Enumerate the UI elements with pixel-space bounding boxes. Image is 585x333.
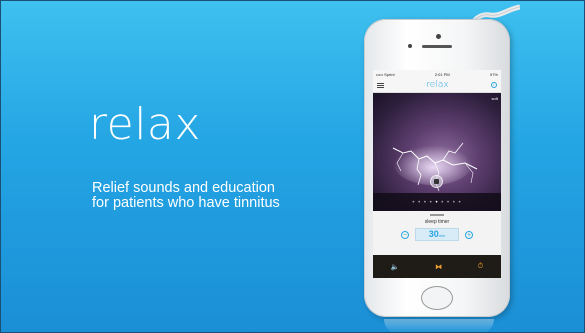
front-camera	[436, 34, 441, 39]
info-icon[interactable]: i	[490, 82, 497, 88]
scene-badge: soft	[491, 96, 498, 101]
clock: 2:01 PM	[434, 71, 450, 77]
drag-handle[interactable]	[430, 214, 444, 216]
timer-icon[interactable]: ⏱	[478, 263, 483, 271]
app-tagline: Relief sounds and education for patients…	[92, 180, 280, 211]
slide: relax Relief sounds and education for pa…	[0, 0, 585, 333]
page-dots-after: • • • •	[438, 200, 462, 206]
timer-unit: min	[438, 233, 446, 238]
app-title: relax	[89, 99, 201, 150]
sound-scene[interactable]: soft • • • • • • • • •	[373, 93, 501, 211]
timer-increase-button[interactable]: +	[465, 230, 473, 239]
page-dots-before: • • • •	[412, 200, 436, 206]
volume-icon[interactable]: 🔈	[391, 263, 400, 271]
status-bar: ••••• Sprint 2:01 PM 97%	[373, 70, 501, 78]
timer-value: 30	[428, 229, 439, 239]
timer-value-box[interactable]: 30 min	[415, 228, 459, 241]
bottom-toolbar: 🔈 ⧓ ⏱	[373, 255, 501, 278]
mix-icon[interactable]: ⧓	[435, 263, 442, 271]
battery: 97%	[489, 71, 498, 77]
phone-reflection	[384, 319, 494, 332]
timer-controls: − 30 min +	[373, 228, 501, 241]
sensor	[408, 44, 412, 48]
sleep-timer-panel: sleep timer − 30 min +	[373, 211, 501, 255]
page-indicator[interactable]: • • • • • • • • •	[373, 200, 501, 206]
nav-title: relax	[426, 80, 449, 90]
hamburger-menu-icon[interactable]	[377, 82, 384, 88]
lightning-illustration	[373, 141, 501, 211]
home-button	[421, 286, 453, 310]
timer-decrease-button[interactable]: −	[401, 230, 409, 239]
carrier: ••••• Sprint	[376, 71, 395, 77]
phone-screen: ••••• Sprint 2:01 PM 97% relax i soft • …	[373, 70, 501, 278]
phone-mockup: ••••• Sprint 2:01 PM 97% relax i soft • …	[364, 19, 510, 317]
app-navbar: relax i	[373, 78, 501, 93]
stop-button[interactable]	[430, 175, 443, 188]
earpiece	[422, 45, 452, 48]
